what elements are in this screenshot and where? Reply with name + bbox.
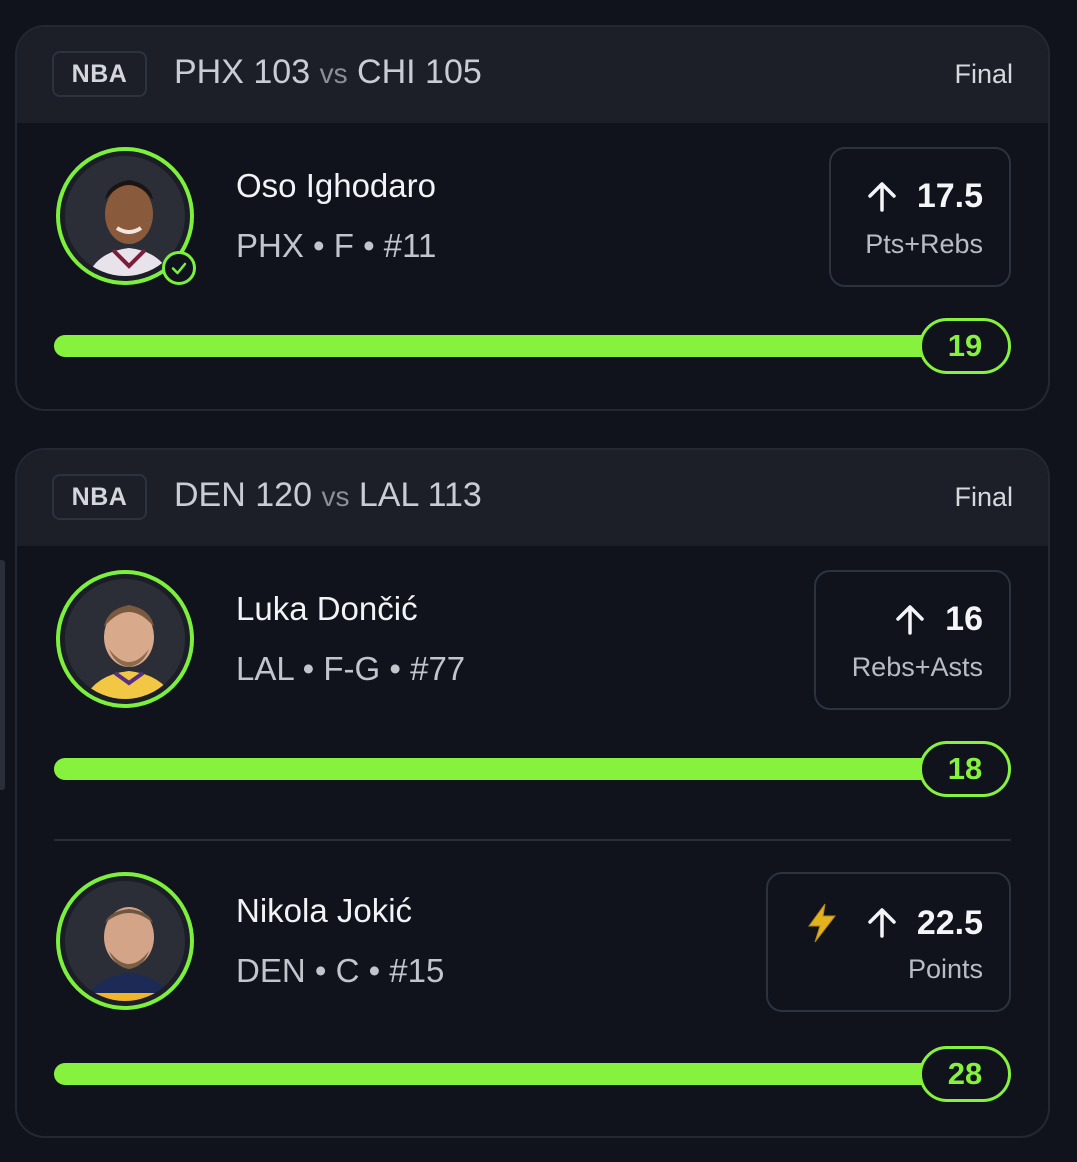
progress-fill (54, 1063, 997, 1085)
lightning-bolt-icon (807, 903, 836, 943)
game-status: Final (954, 59, 1013, 89)
team-2: CHI (357, 53, 416, 91)
game-card-den-lal[interactable]: NBA DEN 120 vs LAL 113 Final Luka Dončić… (15, 448, 1050, 1138)
player-row-ighodaro[interactable]: Oso Ighodaro PHX • F • #11 17.5 Pts+Rebs… (17, 123, 1048, 409)
league-badge: NBA (52, 474, 147, 520)
team-2-score: 105 (425, 53, 482, 91)
player-row-jokic[interactable]: Nikola Jokić DEN • C • #15 22.5 Points 2… (17, 848, 1048, 1136)
player-avatar (56, 872, 194, 1010)
team-2-score: 113 (427, 476, 482, 514)
prop-line-value: 22.5 (916, 903, 983, 942)
prop-line-value: 16 (945, 600, 983, 638)
arrow-up-icon (896, 604, 924, 635)
player-name: Oso Ighodaro (236, 167, 436, 204)
prop-line-box[interactable]: 17.5 Pts+Rebs (829, 147, 1011, 287)
prop-line-box[interactable]: 22.5 Points (766, 872, 1011, 1012)
progress-fill (54, 335, 997, 357)
prop-line-value: 17.5 (916, 177, 983, 215)
player-name: Nikola Jokić (236, 892, 413, 929)
game-header: NBA DEN 120 vs LAL 113 Final (17, 450, 1048, 546)
vs-label: vs (319, 58, 348, 89)
player-meta: LAL • F-G • #77 (236, 650, 466, 687)
player-avatar (56, 570, 194, 708)
player-meta: DEN • C • #15 (236, 952, 445, 989)
team-1-score: 120 (255, 476, 312, 514)
league-badge: NBA (52, 51, 147, 97)
player-avatar (56, 147, 196, 285)
prop-stat-type: Rebs+Asts (851, 652, 983, 682)
game-score: DEN 120 vs LAL 113 (174, 476, 482, 515)
team-1: DEN (174, 476, 246, 514)
scroll-edge-indicator (0, 560, 5, 790)
team-1: PHX (174, 53, 244, 91)
progress-fill (54, 758, 997, 780)
player-meta: PHX • F • #11 (236, 227, 437, 264)
row-divider (54, 839, 1011, 841)
player-name: Luka Dončić (236, 590, 418, 627)
prop-stat-type: Points (907, 954, 983, 984)
progress-bar (54, 1063, 997, 1085)
result-value-pill: 18 (919, 741, 1011, 797)
game-header: NBA PHX 103 vs CHI 105 Final (17, 27, 1048, 123)
prop-line-box[interactable]: 16 Rebs+Asts (814, 570, 1011, 710)
arrow-up-icon (868, 908, 896, 938)
progress-bar (54, 335, 997, 357)
game-status: Final (954, 482, 1013, 512)
game-card-phx-chi[interactable]: NBA PHX 103 vs CHI 105 Final Oso Ighodar… (15, 25, 1050, 411)
result-value-pill: 19 (919, 318, 1011, 374)
player-row-doncic[interactable]: Luka Dončić LAL • F-G • #77 16 Rebs+Asts… (17, 546, 1048, 840)
arrow-up-icon (868, 181, 896, 212)
verified-check-icon (162, 251, 196, 285)
player-headshot (65, 579, 185, 699)
result-value-pill: 28 (919, 1046, 1011, 1102)
vs-label: vs (321, 481, 350, 512)
game-score: PHX 103 vs CHI 105 (174, 53, 482, 92)
team-2: LAL (358, 476, 419, 514)
progress-bar (54, 758, 997, 780)
player-headshot (65, 881, 185, 1001)
team-1-score: 103 (253, 53, 311, 91)
prop-stat-type: Pts+Rebs (865, 229, 983, 259)
